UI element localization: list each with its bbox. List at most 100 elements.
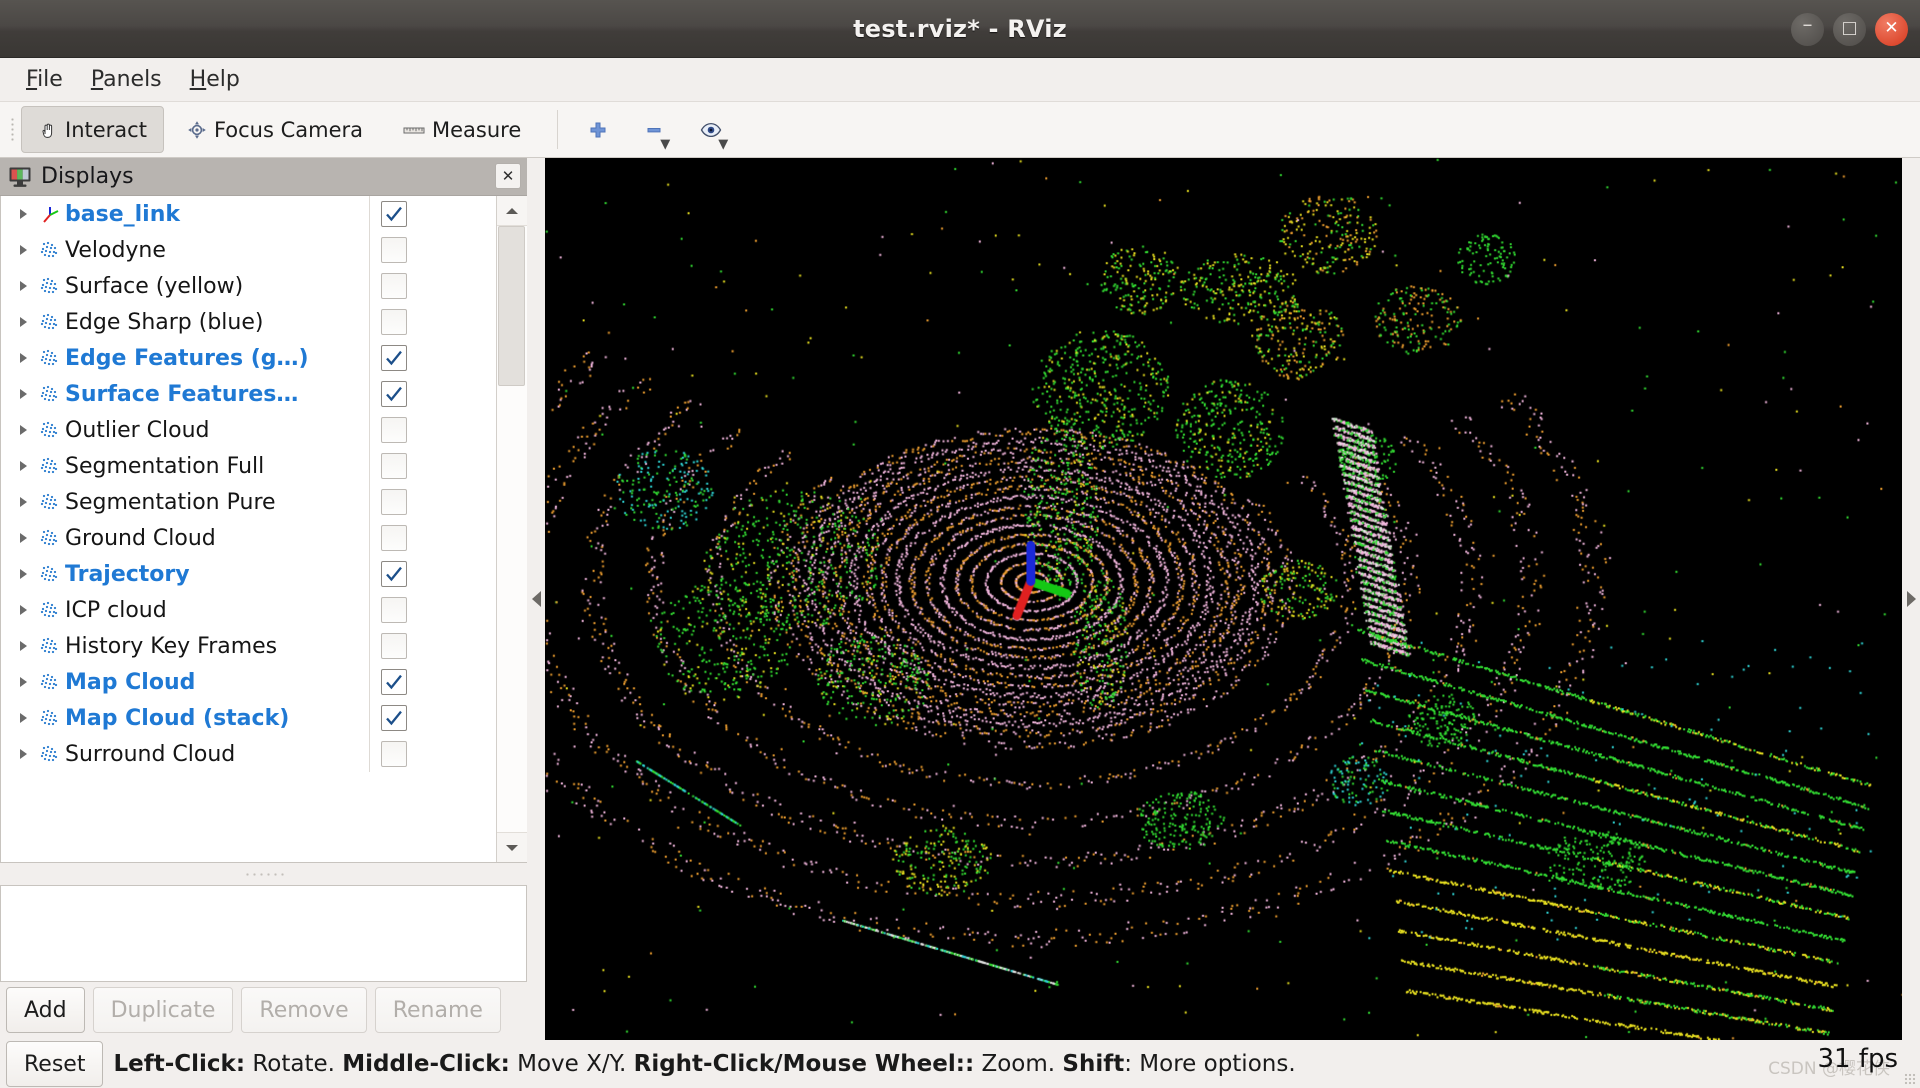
panel-splitter[interactable] [0, 863, 527, 885]
expand-arrow-icon[interactable] [11, 317, 35, 327]
remove-display-button[interactable]: Remove [241, 987, 367, 1033]
display-item-base-link[interactable]: base_link [1, 196, 496, 232]
display-item-ground-cloud[interactable]: Ground Cloud [1, 520, 496, 556]
chevron-down-icon[interactable]: ▼ [660, 138, 670, 151]
menu-panels[interactable]: Panels [79, 64, 174, 95]
display-item-segmentation-pure[interactable]: Segmentation Pure [1, 484, 496, 520]
minimize-icon: – [1802, 12, 1813, 36]
expand-arrow-icon[interactable] [11, 245, 35, 255]
display-item-enable-cell [369, 304, 496, 340]
display-item-enable-cell [369, 556, 496, 592]
display-item-icp-cloud[interactable]: ICP cloud [1, 592, 496, 628]
expand-arrow-icon[interactable] [11, 533, 35, 543]
display-enable-checkbox[interactable] [381, 705, 407, 731]
duplicate-display-button[interactable]: Duplicate [92, 987, 234, 1033]
display-item-segmentation-full[interactable]: Segmentation Full [1, 448, 496, 484]
display-enable-checkbox[interactable] [381, 489, 407, 515]
expand-arrow-icon[interactable] [11, 389, 35, 399]
left-collapse-handle[interactable] [527, 158, 545, 1040]
add-pose-button[interactable] [570, 102, 626, 157]
display-enable-checkbox[interactable] [381, 633, 407, 659]
remove-pose-button[interactable]: ▼ [626, 102, 682, 157]
interact-tool-label: Interact [65, 117, 147, 142]
expand-arrow-icon[interactable] [11, 677, 35, 687]
display-enable-checkbox[interactable] [381, 201, 407, 227]
expand-arrow-icon[interactable] [11, 749, 35, 759]
pointcloud-icon [35, 420, 65, 440]
display-item-surface-yellow[interactable]: Surface (yellow) [1, 268, 496, 304]
scroll-down-button[interactable] [496, 832, 527, 862]
display-item-velodyne[interactable]: Velodyne [1, 232, 496, 268]
displays-button-row: Add Duplicate Remove Rename [0, 982, 527, 1040]
display-item-trajectory[interactable]: Trajectory [1, 556, 496, 592]
expand-arrow-icon[interactable] [11, 425, 35, 435]
expand-arrow-icon[interactable] [11, 209, 35, 219]
pointcloud-icon [35, 744, 65, 764]
close-button[interactable]: ✕ [1875, 12, 1908, 46]
displays-tree[interactable]: base_link Velodyne Surface (yellow) Edge Sh… [1, 196, 496, 862]
expand-arrow-icon[interactable] [11, 605, 35, 615]
close-icon: ✕ [1884, 17, 1899, 38]
toolbar-drag-handle[interactable] [6, 102, 18, 157]
display-enable-checkbox[interactable] [381, 345, 407, 371]
display-enable-checkbox[interactable] [381, 237, 407, 263]
viewport-area [527, 158, 1920, 1040]
interact-tool-button[interactable]: Interact [21, 106, 164, 153]
display-item-label: History Key Frames [65, 633, 278, 659]
triangle-left-icon [531, 591, 541, 607]
minimize-button[interactable]: – [1791, 12, 1824, 46]
expand-arrow-icon[interactable] [11, 569, 35, 579]
reset-button[interactable]: Reset [6, 1041, 104, 1087]
measure-tool-button[interactable]: Measure [386, 106, 538, 153]
display-enable-checkbox[interactable] [381, 453, 407, 479]
rename-display-button[interactable]: Rename [374, 987, 501, 1033]
scroll-thumb[interactable] [497, 226, 525, 386]
expand-arrow-icon[interactable] [11, 281, 35, 291]
scroll-track[interactable] [496, 226, 527, 832]
display-item-label: Segmentation Full [65, 453, 265, 479]
display-enable-checkbox[interactable] [381, 381, 407, 407]
expand-arrow-icon[interactable] [11, 713, 35, 723]
display-item-edge-features-g[interactable]: Edge Features (g…) [1, 340, 496, 376]
pointcloud-icon [35, 384, 65, 404]
expand-arrow-icon[interactable] [11, 497, 35, 507]
chevron-down-icon-2[interactable]: ▼ [718, 138, 728, 151]
expand-arrow-icon[interactable] [11, 461, 35, 471]
display-item-map-cloud[interactable]: Map Cloud [1, 664, 496, 700]
display-enable-checkbox[interactable] [381, 309, 407, 335]
display-item-surround-cloud[interactable]: Surround Cloud [1, 736, 496, 772]
display-item-surface-features[interactable]: Surface Features… [1, 376, 496, 412]
expand-arrow-icon[interactable] [11, 353, 35, 363]
render-viewport[interactable] [545, 158, 1902, 1040]
hint-segment-1: Rotate. [245, 1051, 343, 1077]
status-bar: Reset Left-Click: Rotate. Middle-Click: … [0, 1040, 1920, 1088]
displays-panel-close-button[interactable]: ✕ [495, 163, 521, 189]
menu-help[interactable]: Help [178, 64, 252, 95]
property-editor-area[interactable] [0, 885, 527, 982]
display-item-outlier-cloud[interactable]: Outlier Cloud [1, 412, 496, 448]
menu-file[interactable]: File [14, 64, 75, 95]
hint-segment-2: Middle-Click: [342, 1051, 510, 1077]
resize-grip[interactable] [1904, 1073, 1916, 1085]
right-collapse-handle[interactable] [1902, 158, 1920, 1040]
display-enable-checkbox[interactable] [381, 273, 407, 299]
scroll-up-button[interactable] [496, 196, 527, 226]
display-enable-checkbox[interactable] [381, 561, 407, 587]
maximize-button[interactable]: □ [1833, 12, 1866, 46]
display-enable-checkbox[interactable] [381, 525, 407, 551]
display-enable-checkbox[interactable] [381, 597, 407, 623]
display-item-edge-sharp-blue[interactable]: Edge Sharp (blue) [1, 304, 496, 340]
display-enable-checkbox[interactable] [381, 741, 407, 767]
window-title: test.rviz* - RViz [853, 14, 1067, 43]
pointcloud-icon [35, 492, 65, 512]
expand-arrow-icon[interactable] [11, 641, 35, 651]
display-enable-checkbox[interactable] [381, 669, 407, 695]
display-item-history-key-frames[interactable]: History Key Frames [1, 628, 496, 664]
add-display-button[interactable]: Add [6, 987, 85, 1033]
view-select-button[interactable]: ▼ [682, 102, 740, 157]
display-enable-checkbox[interactable] [381, 417, 407, 443]
displays-tree-scrollbar[interactable] [496, 196, 527, 862]
focus-camera-tool-button[interactable]: Focus Camera [170, 106, 380, 153]
display-item-map-cloud-stack[interactable]: Map Cloud (stack) [1, 700, 496, 736]
point-cloud-canvas[interactable] [545, 158, 1902, 1040]
